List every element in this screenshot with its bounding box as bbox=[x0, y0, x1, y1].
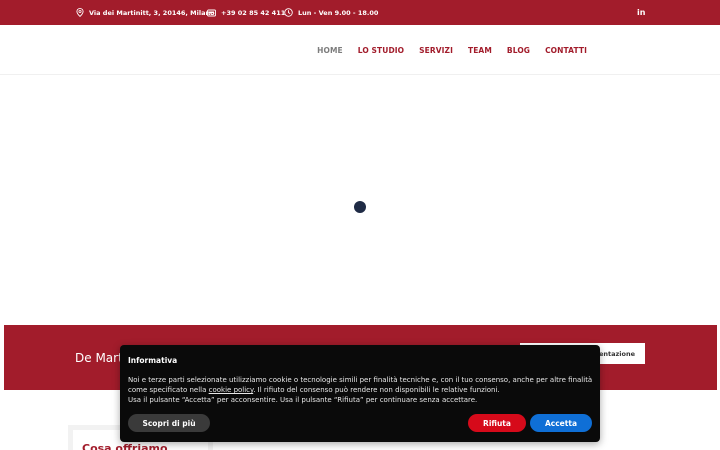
address-text: Via dei Martinitt, 3, 20146, Milano bbox=[89, 8, 215, 17]
cookie-text-part-3: Usa il pulsante “Accetta” per acconsenti… bbox=[128, 396, 478, 404]
nav-item-team[interactable]: TEAM bbox=[468, 46, 492, 55]
cookie-policy-link[interactable]: cookie policy bbox=[209, 386, 254, 394]
learn-more-button[interactable]: Scopri di più bbox=[128, 414, 210, 432]
services-card-title: Cosa offriamo bbox=[82, 442, 168, 450]
cookie-dialog-text: Noi e terze parti selezionate utilizziam… bbox=[128, 375, 598, 405]
site-header: HOME LO STUDIO SERVIZI TEAM BLOG CONTATT… bbox=[0, 25, 720, 75]
accept-button[interactable]: Accetta bbox=[530, 414, 592, 432]
page: Via dei Martinitt, 3, 20146, Milano +39 … bbox=[0, 0, 720, 450]
linkedin-icon[interactable]: in bbox=[637, 0, 645, 25]
hours-item: Lun - Ven 9.00 - 18.00 bbox=[284, 0, 378, 25]
band-title: De Marti bbox=[75, 350, 127, 365]
clock-icon bbox=[284, 8, 293, 17]
phone-text: +39 02 85 42 411 bbox=[221, 8, 286, 17]
loading-spinner bbox=[354, 201, 366, 213]
location-pin-icon bbox=[76, 8, 84, 17]
hours-text: Lun - Ven 9.00 - 18.00 bbox=[298, 8, 379, 17]
cookie-dialog-title: Informativa bbox=[128, 356, 178, 365]
reject-button[interactable]: Rifiuta bbox=[468, 414, 526, 432]
nav-item-contatti[interactable]: CONTATTI bbox=[545, 46, 587, 55]
nav-item-home[interactable]: HOME bbox=[317, 46, 343, 55]
cookie-dialog: Informativa Noi e terze parti selezionat… bbox=[120, 345, 600, 442]
address-item: Via dei Martinitt, 3, 20146, Milano bbox=[76, 0, 215, 25]
nav-item-lo-studio[interactable]: LO STUDIO bbox=[358, 46, 404, 55]
top-bar: Via dei Martinitt, 3, 20146, Milano +39 … bbox=[0, 0, 720, 25]
nav-item-servizi[interactable]: SERVIZI bbox=[419, 46, 453, 55]
phone-item[interactable]: +39 02 85 42 411 bbox=[207, 0, 285, 25]
cookie-text-part-2: . Il rifiuto del consenso può rendere no… bbox=[253, 386, 500, 394]
nav-item-blog[interactable]: BLOG bbox=[507, 46, 530, 55]
phone-icon bbox=[207, 9, 216, 17]
main-nav: HOME LO STUDIO SERVIZI TEAM BLOG CONTATT… bbox=[317, 25, 587, 75]
